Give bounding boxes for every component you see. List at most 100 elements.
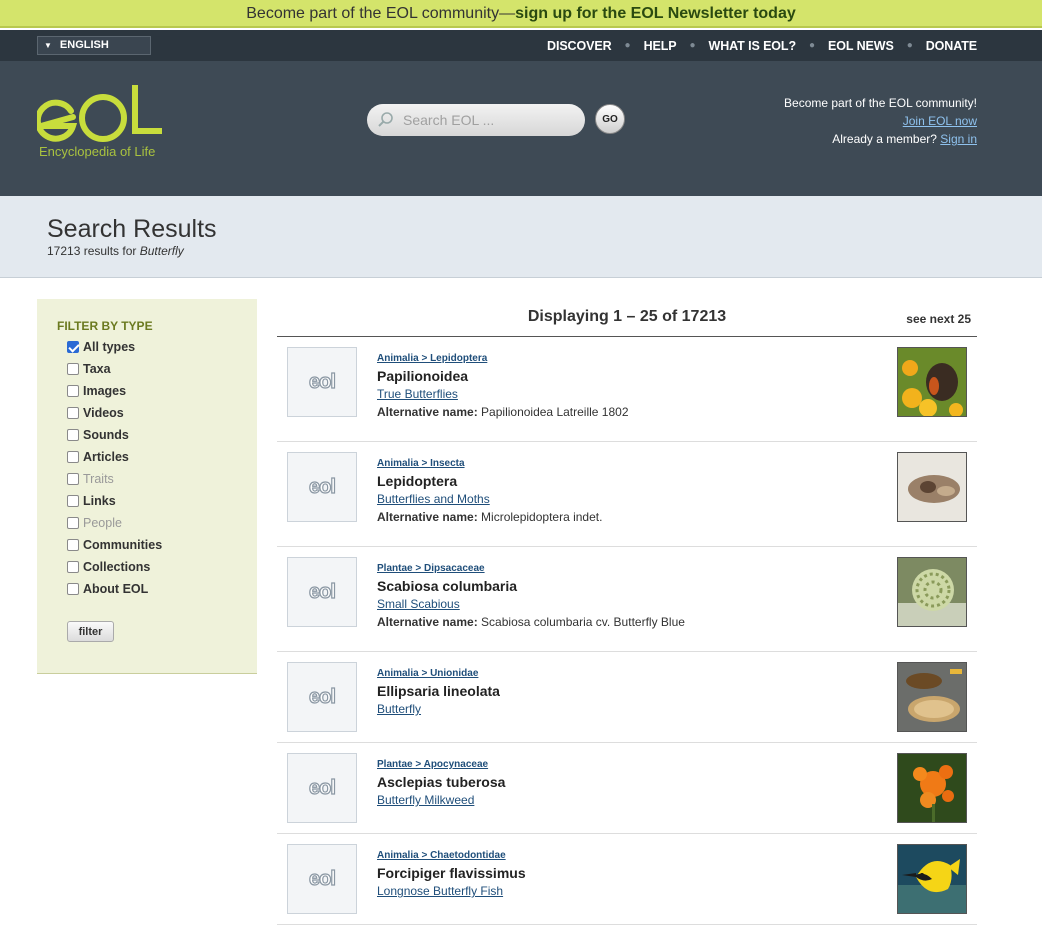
filter-option[interactable]: Communities — [67, 534, 162, 556]
filter-checkbox — [67, 517, 79, 529]
filter-option-label: Links — [83, 494, 116, 508]
filter-option[interactable]: Collections — [67, 556, 162, 578]
pagination-header: Displaying 1 – 25 of 17213 see next 25 — [277, 299, 977, 337]
filter-option-label: About EOL — [83, 582, 149, 596]
common-name-link[interactable]: Longnose Butterfly Fish — [377, 884, 526, 898]
taxon-breadcrumb[interactable]: Animalia > Insecta — [377, 458, 602, 469]
logo-subtitle: Encyclopedia of Life — [39, 144, 156, 159]
banner-text: Become part of the EOL community— — [246, 5, 516, 22]
search-go-button[interactable]: GO — [595, 104, 625, 134]
eol-logo-thumb: eol — [308, 867, 336, 890]
filter-option-label: Images — [83, 384, 127, 398]
filter-checkbox[interactable] — [67, 429, 79, 441]
filter-option[interactable]: Taxa — [67, 358, 162, 380]
filter-checkbox[interactable] — [67, 451, 79, 463]
common-name-link[interactable]: Small Scabious — [377, 597, 685, 611]
filter-checkbox[interactable] — [67, 341, 79, 353]
taxon-name: Lepidoptera — [377, 473, 458, 489]
filter-option: Traits — [67, 468, 162, 490]
result-thumbnail[interactable]: eol — [287, 452, 357, 522]
result-row: eol Animalia > Lepidoptera Papilionoidea Tr… — [277, 337, 977, 442]
filter-option[interactable]: Images — [67, 380, 162, 402]
filter-list: All types Taxa Images Videos Sounds Articles T… — [67, 336, 162, 600]
search-box[interactable] — [367, 104, 585, 136]
nav-separator: ● — [624, 40, 631, 51]
filter-checkbox[interactable] — [67, 539, 79, 551]
filter-checkbox[interactable] — [67, 363, 79, 375]
page-title: Search Results — [47, 215, 217, 243]
result-info: Animalia > Chaetodontidae Forcipiger flav… — [377, 850, 526, 898]
nav-what-is-eol[interactable]: WHAT IS EOL? — [709, 39, 797, 53]
filter-option-label: Articles — [83, 450, 129, 464]
nav-discover[interactable]: DISCOVER — [547, 39, 612, 53]
language-label: ENGLISH — [59, 39, 109, 51]
nav-separator: ● — [689, 40, 696, 51]
filter-option-label: Collections — [83, 560, 151, 574]
nav-donate[interactable]: DONATE — [926, 39, 977, 53]
taxon-name: Asclepias tuberosa — [377, 774, 506, 790]
newsletter-banner[interactable]: Become part of the EOL community—sign up… — [0, 0, 1042, 28]
nav-help[interactable]: HELP — [644, 39, 677, 53]
utility-bar: ▼ ENGLISH DISCOVER ● HELP ● WHAT IS EOL? … — [0, 30, 1042, 61]
filter-option-label: Videos — [83, 406, 124, 420]
result-row: eol Animalia > Chaetodontidae Forcipiger f… — [277, 834, 977, 925]
filter-option[interactable]: Articles — [67, 446, 162, 468]
result-info: Animalia > Lepidoptera Papilionoidea True … — [377, 353, 629, 419]
filter-checkbox[interactable] — [67, 561, 79, 573]
top-nav: DISCOVER ● HELP ● WHAT IS EOL? ● EOL NEW… — [547, 30, 977, 61]
filter-checkbox[interactable] — [67, 407, 79, 419]
result-thumbnail[interactable]: eol — [287, 662, 357, 732]
search-input[interactable] — [403, 110, 573, 130]
filter-option[interactable]: Sounds — [67, 424, 162, 446]
filter-checkbox[interactable] — [67, 385, 79, 397]
filter-option[interactable]: Videos — [67, 402, 162, 424]
filter-button[interactable]: filter — [67, 621, 114, 642]
result-thumbnail[interactable]: eol — [287, 557, 357, 627]
alt-value: Scabiosa columbaria cv. Butterfly Blue — [481, 615, 685, 629]
result-info: Plantae > Dipsacaceae Scabiosa columbaria… — [377, 563, 685, 629]
eol-logo-thumb: eol — [308, 370, 336, 393]
join-link[interactable]: Join EOL now — [903, 114, 977, 128]
displaying-text: Displaying 1 – 25 of 17213 — [527, 308, 727, 325]
result-row: eol Animalia > Insecta Lepidoptera Butterfl… — [277, 442, 977, 547]
filter-option[interactable]: About EOL — [67, 578, 162, 600]
taxon-name: Papilionoidea — [377, 368, 469, 384]
filter-option[interactable]: Links — [67, 490, 162, 512]
taxon-breadcrumb[interactable]: Plantae > Apocynaceae — [377, 759, 505, 770]
newsletter-link[interactable]: sign up for the EOL Newsletter today — [515, 5, 796, 22]
nav-separator: ● — [809, 40, 816, 51]
eol-logo-thumb: eol — [308, 580, 336, 603]
nav-eol-news[interactable]: EOL NEWS — [828, 39, 894, 53]
result-photo[interactable] — [897, 347, 967, 417]
common-name-link[interactable]: Butterfly Milkweed — [377, 793, 505, 807]
common-name-link[interactable]: Butterfly — [377, 702, 500, 716]
see-next-link[interactable]: see next 25 — [906, 312, 971, 326]
alt-label: Alternative name: — [377, 615, 478, 629]
result-photo[interactable] — [897, 452, 967, 522]
site-header: Encyclopedia of Life GO Become part of t… — [0, 61, 1042, 196]
alternative-name: Alternative name: Microlepidoptera indet… — [377, 510, 602, 524]
taxon-breadcrumb[interactable]: Animalia > Lepidoptera — [377, 353, 629, 364]
result-photo[interactable] — [897, 557, 967, 627]
taxon-breadcrumb[interactable]: Plantae > Dipsacaceae — [377, 563, 685, 574]
eol-logo-thumb: eol — [308, 776, 336, 799]
filter-checkbox[interactable] — [67, 495, 79, 507]
result-thumbnail[interactable]: eol — [287, 753, 357, 823]
search-query: Butterfly — [139, 244, 184, 258]
result-thumbnail[interactable]: eol — [287, 844, 357, 914]
result-photo[interactable] — [897, 844, 967, 914]
results-list: Displaying 1 – 25 of 17213 see next 25 e… — [277, 299, 977, 925]
result-thumbnail[interactable]: eol — [287, 347, 357, 417]
result-photo[interactable] — [897, 753, 967, 823]
language-select[interactable]: ▼ ENGLISH — [37, 36, 151, 55]
common-name-link[interactable]: True Butterflies — [377, 387, 629, 401]
taxon-breadcrumb[interactable]: Animalia > Chaetodontidae — [377, 850, 526, 861]
common-name-link[interactable]: Butterflies and Moths — [377, 492, 602, 506]
filter-option[interactable]: All types — [67, 336, 162, 358]
taxon-breadcrumb[interactable]: Animalia > Unionidae — [377, 668, 500, 679]
sign-in-link[interactable]: Sign in — [940, 132, 977, 146]
result-photo[interactable] — [897, 662, 967, 732]
filter-checkbox[interactable] — [67, 583, 79, 595]
result-count-text: 17213 results for — [47, 244, 137, 258]
alt-value: Microlepidoptera indet. — [481, 510, 603, 524]
